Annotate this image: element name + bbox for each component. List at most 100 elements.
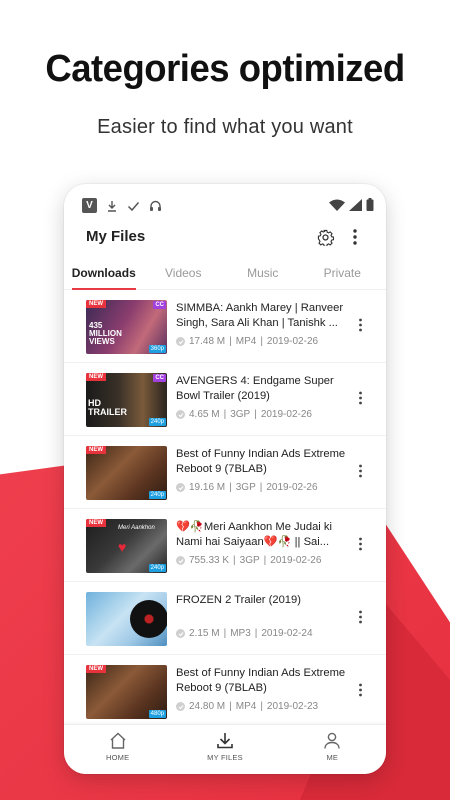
app-badge-icon: V xyxy=(82,198,97,213)
video-thumbnail: NEW 480p xyxy=(86,665,167,719)
resolution-badge: 240p xyxy=(148,491,166,499)
video-thumbnail: NEW CC HD TRAILER 240p xyxy=(86,373,167,427)
new-badge: NEW xyxy=(86,519,106,527)
file-meta: 19.16 M | 3GP | 2019-02-26 xyxy=(176,482,318,493)
status-bar: V xyxy=(64,184,386,220)
file-date: 2019-02-26 xyxy=(260,409,312,420)
meta-separator: | xyxy=(263,555,267,566)
list-item[interactable]: NEW 240p Best of Funny Indian Ads Extrem… xyxy=(64,436,386,509)
file-date: 2019-02-23 xyxy=(266,701,319,712)
file-date: 2019-02-26 xyxy=(270,555,322,566)
thumbnail-caption: Meri Aankhon xyxy=(118,525,155,531)
promo-headline: Categories optimized xyxy=(45,48,405,90)
nav-home[interactable]: HOME xyxy=(64,725,171,774)
user-icon xyxy=(324,732,341,749)
file-format: 3GP xyxy=(235,482,256,493)
file-size: 17.48 M xyxy=(189,336,226,347)
thumbnail-caption: HD TRAILER xyxy=(88,398,127,417)
new-badge: NEW xyxy=(86,300,106,308)
thumbnail-caption: 435 MILLION VIEWS xyxy=(89,321,122,346)
file-title: AVENGERS 4: Endgame Super Bowl Trailer (… xyxy=(176,375,334,402)
downloaded-check-icon xyxy=(176,410,185,419)
file-date: 2019-02-26 xyxy=(266,482,318,493)
downloaded-check-icon xyxy=(176,483,185,492)
downloaded-check-icon xyxy=(176,556,185,565)
list-item[interactable]: NEW 480p Best of Funny Indian Ads Extrem… xyxy=(64,655,386,728)
more-vert-icon[interactable] xyxy=(358,610,363,624)
nav-label: ME xyxy=(326,753,339,762)
meta-separator: | xyxy=(259,482,263,493)
tab-downloads[interactable]: Downloads xyxy=(64,256,144,289)
file-size: 19.16 M xyxy=(189,482,226,493)
file-meta: 2.15 M | MP3 | 2019-02-24 xyxy=(176,628,313,639)
meta-separator: | xyxy=(223,628,227,639)
home-icon xyxy=(110,732,126,749)
new-badge: NEW xyxy=(86,373,106,381)
video-thumbnail: NEW 240p xyxy=(86,446,167,500)
resolution-badge: 480p xyxy=(148,710,166,718)
new-badge: NEW xyxy=(86,665,106,673)
tab-videos[interactable]: Videos xyxy=(144,256,224,289)
file-format: 3GP xyxy=(230,409,251,420)
resolution-badge: 240p xyxy=(148,564,166,572)
meta-separator: | xyxy=(254,628,258,639)
file-title: SIMMBA: Aankh Marey | Ranveer Singh, Sar… xyxy=(176,302,344,329)
file-size: 755.33 K xyxy=(189,555,230,566)
more-vert-icon[interactable] xyxy=(358,318,363,332)
meta-separator: | xyxy=(229,701,232,712)
file-meta: 17.48 M | MP4 | 2019-02-26 xyxy=(176,336,318,347)
file-meta: 24.80 M | MP4 | 2019-02-23 xyxy=(176,701,318,712)
file-size: 4.65 M xyxy=(189,409,220,420)
meta-separator: | xyxy=(229,336,232,347)
tab-private[interactable]: Private xyxy=(303,256,383,289)
app-header: My Files xyxy=(64,220,386,256)
more-vert-icon[interactable] xyxy=(358,391,363,405)
file-size: 2.15 M xyxy=(189,628,220,639)
new-badge: NEW xyxy=(86,446,106,454)
more-vert-icon[interactable] xyxy=(358,537,363,551)
file-title: Best of Funny Indian Ads Extreme Reboot … xyxy=(176,667,346,694)
cc-badge: CC xyxy=(153,374,166,382)
signal-icon xyxy=(349,198,362,211)
download-icon xyxy=(217,733,233,749)
downloaded-check-icon xyxy=(176,702,185,711)
meta-separator: | xyxy=(233,555,236,566)
list-item[interactable]: NEW CC HD TRAILER 240p AVENGERS 4: Endga… xyxy=(64,363,386,436)
list-item[interactable]: FROZEN 2 Trailer (2019) 2.15 M | MP3 | 201… xyxy=(64,582,386,655)
nav-me[interactable]: ME xyxy=(279,725,386,774)
file-title: Best of Funny Indian Ads Extreme Reboot … xyxy=(176,448,346,475)
file-list: NEW CC 435 MILLION VIEWS 360p SIMMBA: Aa… xyxy=(64,290,386,728)
vinyl-record-icon xyxy=(130,600,167,638)
resolution-badge: 360p xyxy=(148,345,166,353)
tab-music[interactable]: Music xyxy=(223,256,303,289)
downloaded-check-icon xyxy=(176,337,185,346)
file-format: MP4 xyxy=(235,336,257,347)
video-thumbnail: NEW Meri Aankhon ♥ 240p xyxy=(86,519,167,573)
heart-icon: ♥ xyxy=(118,539,127,555)
file-meta: 755.33 K | 3GP | 2019-02-26 xyxy=(176,555,321,566)
file-meta: 4.65 M | 3GP | 2019-02-26 xyxy=(176,409,312,420)
more-vert-icon[interactable] xyxy=(352,228,358,246)
list-item[interactable]: NEW CC 435 MILLION VIEWS 360p SIMMBA: Aa… xyxy=(64,290,386,363)
meta-separator: | xyxy=(223,409,227,420)
more-vert-icon[interactable] xyxy=(358,464,363,478)
file-title: 💔🥀Meri Aankhon Me Judai ki Nami hai Saiy… xyxy=(176,521,332,548)
more-vert-icon[interactable] xyxy=(358,683,363,697)
meta-separator: | xyxy=(254,409,257,420)
file-format: 3GP xyxy=(239,555,260,566)
meta-separator: | xyxy=(260,336,263,347)
nav-label: MY FILES xyxy=(207,753,243,762)
meta-separator: | xyxy=(229,482,232,493)
nav-my-files[interactable]: MY FILES xyxy=(171,725,278,774)
bottom-navigation: HOME MY FILES ME xyxy=(64,724,386,774)
file-size: 24.80 M xyxy=(189,701,226,712)
file-format: MP4 xyxy=(235,701,257,712)
file-title: FROZEN 2 Trailer (2019) xyxy=(176,594,301,606)
page-title: My Files xyxy=(86,228,146,245)
resolution-badge: 240p xyxy=(148,418,166,426)
wifi-icon xyxy=(329,199,345,211)
battery-icon xyxy=(366,198,374,211)
list-item[interactable]: NEW Meri Aankhon ♥ 240p 💔🥀Meri Aankhon M… xyxy=(64,509,386,582)
gear-icon[interactable] xyxy=(317,229,334,246)
promo-subhead: Easier to find what you want xyxy=(97,116,353,138)
